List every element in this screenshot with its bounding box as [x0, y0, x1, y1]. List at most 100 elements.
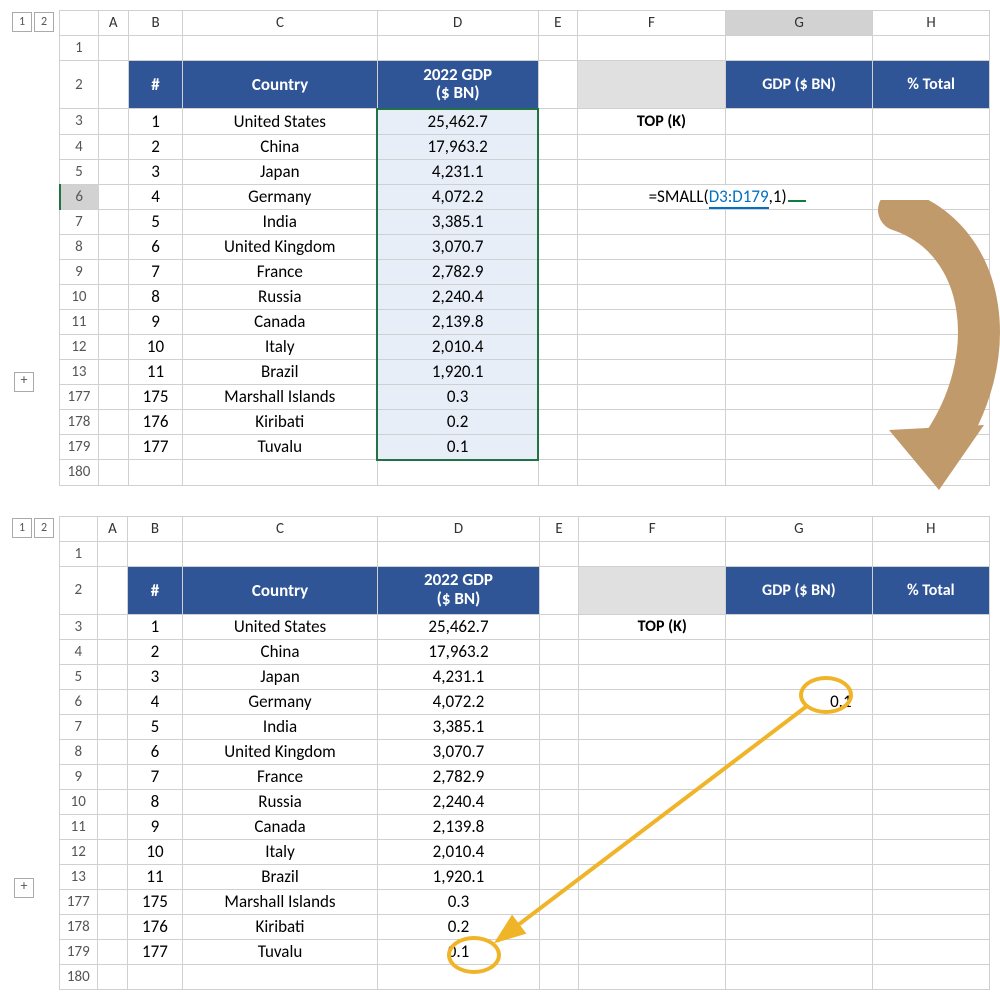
row-header[interactable]: 8 [59, 739, 97, 764]
cell[interactable]: 3,385.1 [377, 209, 538, 234]
col-header-A[interactable]: A [97, 516, 127, 541]
cell[interactable]: United States [182, 614, 377, 639]
cell[interactable]: 1 [128, 614, 183, 639]
cell[interactable]: 6 [128, 234, 183, 259]
cell[interactable]: Tuvalu [183, 434, 377, 460]
outline-expand-button[interactable]: + [14, 878, 34, 898]
cell[interactable]: 8 [128, 789, 183, 814]
cell[interactable]: 3,070.7 [378, 739, 540, 764]
cell[interactable]: 0.2 [377, 409, 538, 434]
cell[interactable]: Tuvalu [182, 939, 377, 964]
col-header-H[interactable]: H [873, 11, 990, 36]
cell[interactable]: Marshall Islands [182, 889, 377, 914]
select-all-corner[interactable] [59, 516, 97, 541]
col-header-C[interactable]: C [183, 11, 377, 36]
row-header[interactable]: 8 [60, 234, 99, 259]
cell[interactable]: 3,385.1 [378, 714, 540, 739]
cell[interactable]: 3 [128, 159, 183, 184]
cell[interactable]: 177 [128, 939, 183, 964]
cell[interactable]: 2,010.4 [378, 839, 540, 864]
cell[interactable]: 7 [128, 259, 183, 284]
cell[interactable]: Marshall Islands [183, 384, 377, 409]
cell[interactable]: 0.3 [377, 384, 538, 409]
cell[interactable]: 6 [128, 739, 183, 764]
cell[interactable]: India [183, 209, 377, 234]
cell[interactable]: 0.2 [378, 914, 540, 939]
row-header[interactable]: 12 [59, 839, 97, 864]
cell[interactable]: 8 [128, 284, 183, 309]
cell[interactable]: Russia [183, 284, 377, 309]
cell[interactable]: Kiribati [183, 409, 377, 434]
outline-level-2[interactable]: 2 [34, 518, 54, 538]
cell[interactable]: Japan [183, 159, 377, 184]
cell[interactable]: 2,782.9 [377, 259, 538, 284]
cell[interactable]: 17,963.2 [377, 134, 538, 159]
cell[interactable]: 0.1 [377, 434, 538, 460]
row-header[interactable]: 4 [60, 134, 99, 159]
cell[interactable]: 5 [128, 714, 183, 739]
cell[interactable]: 9 [128, 309, 183, 334]
col-header-D[interactable]: D [378, 516, 540, 541]
row-header[interactable]: 179 [60, 434, 99, 460]
cell[interactable]: 4,072.2 [377, 184, 538, 209]
cell[interactable]: United Kingdom [183, 234, 377, 259]
cell[interactable]: 2,240.4 [378, 789, 540, 814]
cell[interactable]: Japan [182, 664, 377, 689]
col-header-E[interactable]: E [539, 516, 579, 541]
row-header[interactable]: 6 [59, 689, 97, 714]
row-header[interactable]: 180 [60, 460, 99, 486]
cell[interactable]: 1 [128, 109, 183, 135]
row-header[interactable]: 10 [59, 789, 97, 814]
spreadsheet-bottom[interactable]: A B C D E F G H 1 2 # Country 2022 GDP (… [59, 516, 990, 990]
cell[interactable]: 3,070.7 [377, 234, 538, 259]
row-header[interactable]: 2 [59, 566, 97, 614]
cell[interactable]: Germany [183, 184, 377, 209]
cell-topk[interactable]: TOP (K) [578, 109, 726, 135]
cell[interactable]: United States [183, 109, 377, 135]
row-header[interactable]: 2 [60, 61, 99, 109]
cell[interactable]: 7 [128, 764, 183, 789]
result-cell[interactable]: 0.1 [726, 689, 872, 714]
outline-expand-button[interactable]: + [14, 372, 34, 392]
cell[interactable]: 25,462.7 [377, 109, 538, 135]
col-header-B[interactable]: B [128, 11, 183, 36]
col-header-G[interactable]: G [726, 516, 872, 541]
cell[interactable]: 177 [128, 434, 183, 460]
cell[interactable]: China [183, 134, 377, 159]
cell[interactable]: 1,920.1 [378, 864, 540, 889]
cell[interactable]: 4 [128, 689, 183, 714]
row-header[interactable]: 10 [60, 284, 99, 309]
row-header[interactable]: 5 [60, 159, 99, 184]
col-header-D[interactable]: D [377, 11, 538, 36]
cell[interactable]: 4 [128, 184, 183, 209]
cell[interactable]: 4,072.2 [378, 689, 540, 714]
cell[interactable]: 176 [128, 914, 183, 939]
row-header[interactable]: 180 [59, 964, 97, 989]
cell[interactable]: 2,139.8 [377, 309, 538, 334]
row-header[interactable]: 5 [59, 664, 97, 689]
cell[interactable]: France [182, 764, 377, 789]
outline-level-2[interactable]: 2 [34, 12, 54, 32]
cell[interactable]: United Kingdom [182, 739, 377, 764]
spreadsheet-top[interactable]: A B C D E F G H 1 2 # Country 2022 GDP (… [59, 10, 990, 486]
cell[interactable]: 4,231.1 [378, 664, 540, 689]
cell[interactable]: 2 [128, 639, 183, 664]
col-header-B[interactable]: B [128, 516, 183, 541]
cell[interactable]: 17,963.2 [378, 639, 540, 664]
cell[interactable]: France [183, 259, 377, 284]
select-all-corner[interactable] [60, 11, 99, 36]
row-header[interactable]: 9 [59, 764, 97, 789]
row-header[interactable]: 13 [60, 359, 99, 384]
col-header-E[interactable]: E [538, 11, 577, 36]
row-header[interactable]: 3 [60, 109, 99, 135]
row-header[interactable]: 177 [59, 889, 97, 914]
cell[interactable]: Germany [182, 689, 377, 714]
outline-level-1[interactable]: 1 [12, 518, 32, 538]
cell[interactable]: 4,231.1 [377, 159, 538, 184]
row-header[interactable]: 177 [60, 384, 99, 409]
cell[interactable]: 1,920.1 [377, 359, 538, 384]
cell[interactable]: 0.3 [378, 889, 540, 914]
row-header[interactable]: 11 [60, 309, 99, 334]
row-header[interactable]: 178 [60, 409, 99, 434]
col-header-F[interactable]: F [578, 11, 726, 36]
